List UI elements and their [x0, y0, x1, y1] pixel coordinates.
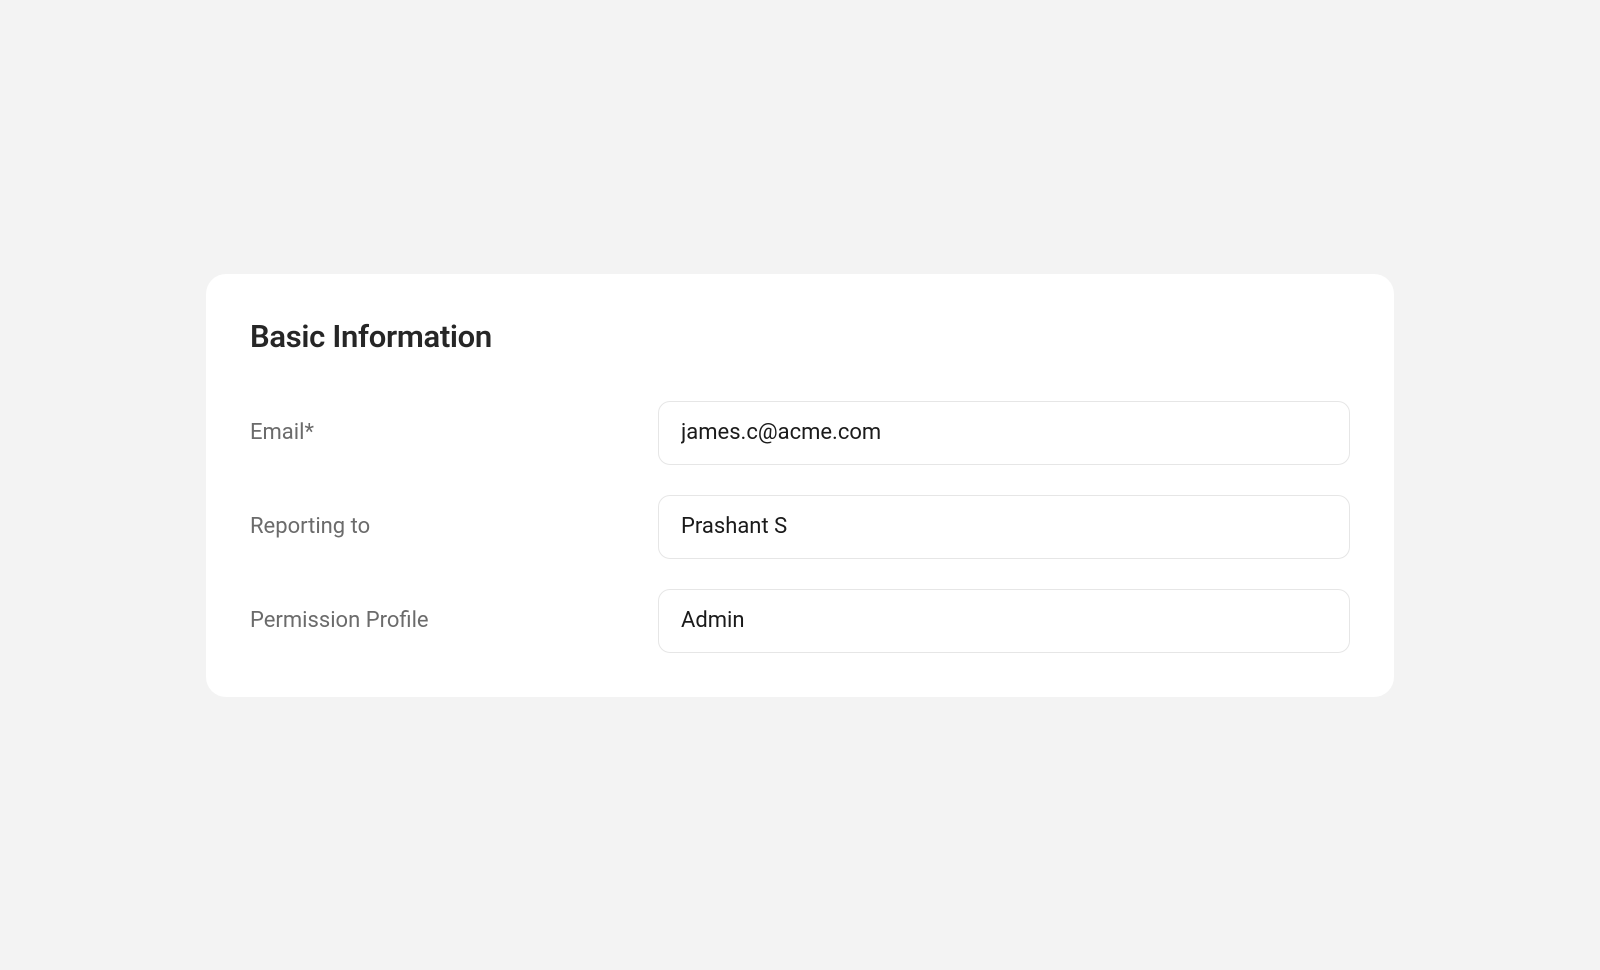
form-row-permission-profile: Permission Profile [250, 589, 1350, 653]
reporting-to-field[interactable] [658, 495, 1350, 559]
permission-profile-label: Permission Profile [250, 608, 658, 633]
permission-profile-field[interactable] [658, 589, 1350, 653]
reporting-to-label: Reporting to [250, 514, 658, 539]
form-row-email: Email* [250, 401, 1350, 465]
email-label: Email* [250, 420, 658, 445]
email-field[interactable] [658, 401, 1350, 465]
basic-information-card: Basic Information Email* Reporting to Pe… [206, 274, 1394, 697]
card-title: Basic Information [250, 318, 1350, 355]
form-row-reporting-to: Reporting to [250, 495, 1350, 559]
